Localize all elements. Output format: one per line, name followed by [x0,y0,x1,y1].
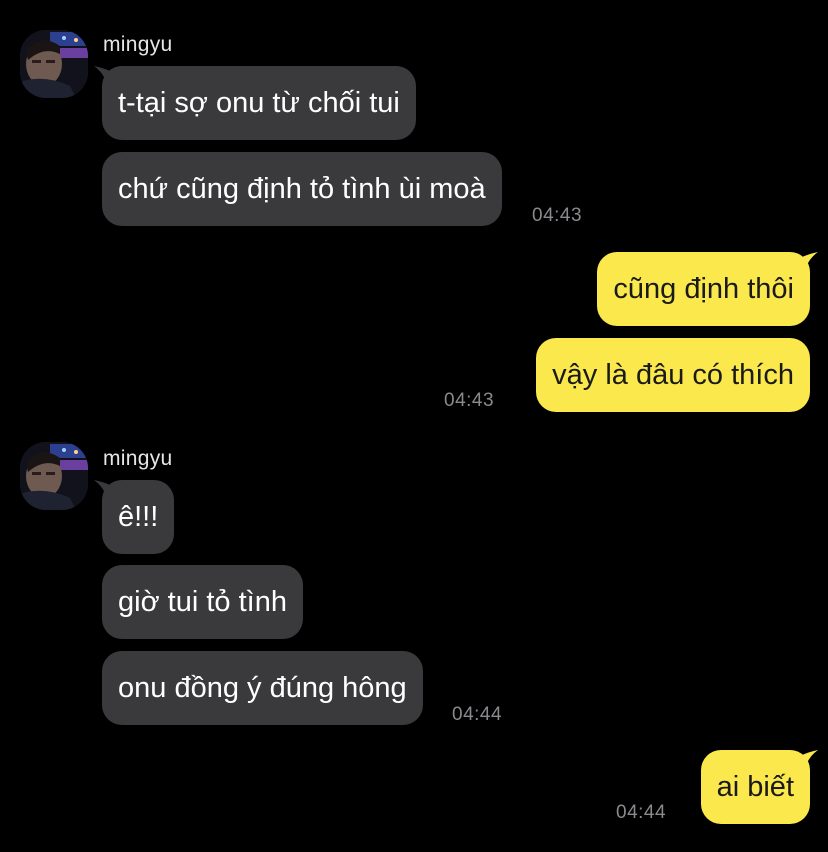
avatar-photo [20,30,88,98]
avatar[interactable] [20,30,88,98]
message-bubble-outgoing[interactable]: cũng định thôi [597,252,810,326]
message-timestamp: 04:43 [532,205,583,226]
avatar[interactable] [20,442,88,510]
avatar-photo [20,442,88,510]
sender-name: mingyu [103,447,173,470]
message-bubble-outgoing[interactable]: ai biết [700,750,810,824]
message-bubble-incoming[interactable]: ê!!! [102,480,175,554]
message-timestamp: 04:44 [452,704,503,725]
sender-name: mingyu [103,33,173,56]
message-bubble-incoming[interactable]: chứ cũng định tỏ tình ùi moà [102,152,502,226]
message-bubble-incoming[interactable]: giờ tui tỏ tình [102,565,303,639]
message-timestamp: 04:44 [616,802,667,823]
message-bubble-outgoing[interactable]: vậy là đâu có thích [536,338,810,412]
message-bubble-incoming[interactable]: t-tại sợ onu từ chối tui [102,66,416,140]
message-bubble-incoming[interactable]: onu đồng ý đúng hông [102,651,423,725]
message-timestamp: 04:43 [444,390,495,411]
